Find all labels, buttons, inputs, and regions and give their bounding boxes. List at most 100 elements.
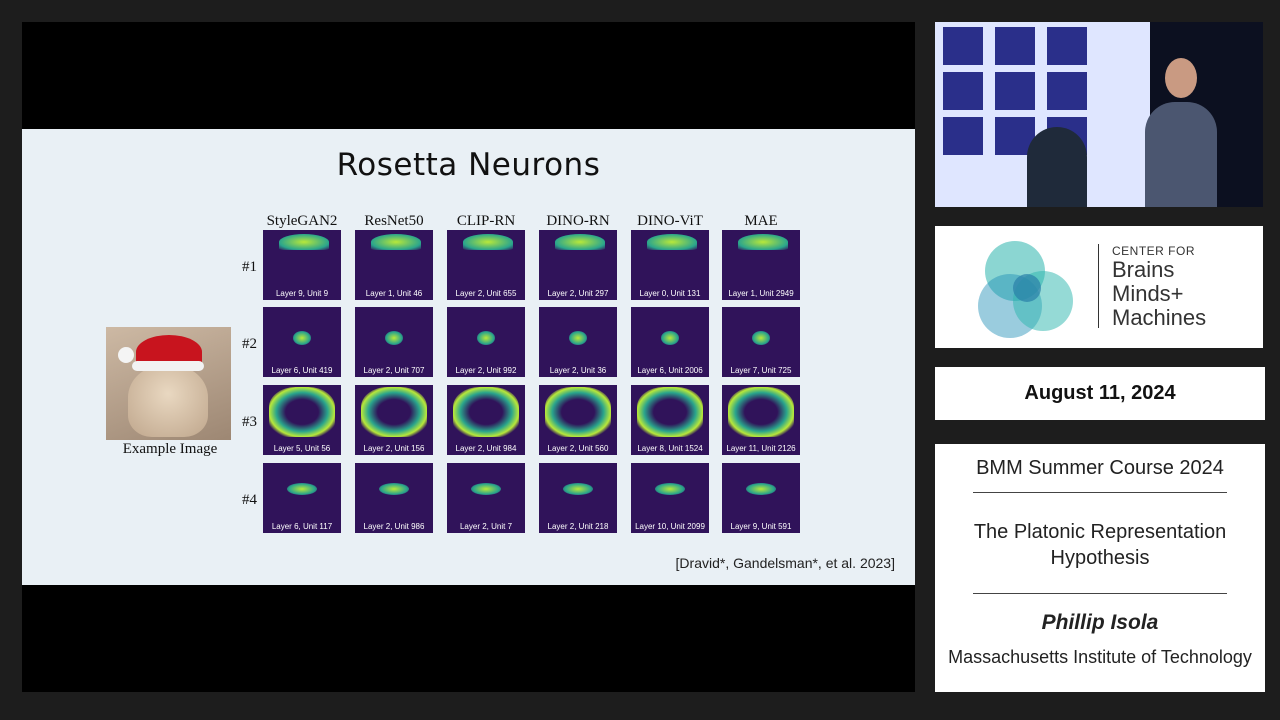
tile-caption: Layer 10, Unit 2099 [635,522,705,531]
tile-caption: Layer 2, Unit 986 [363,522,425,531]
tile-caption: Layer 9, Unit 591 [730,522,792,531]
projected-tile [995,72,1035,110]
tile-caption: Layer 2, Unit 297 [547,289,609,298]
column-header: ResNet50 [364,213,424,229]
activation-blob [385,331,403,345]
slide: Rosetta Neurons StyleGAN2 ResNet50 CLIP-RN… [22,129,915,585]
tile-caption: Layer 6, Unit 117 [271,522,333,531]
talk-title: The Platonic Representation Hypothesis [973,521,1227,569]
tile-caption: Layer 2, Unit 36 [549,366,607,375]
activation-blob [471,483,501,495]
santa-hat-pom [118,347,134,363]
tile-caption: Layer 2, Unit 707 [363,366,425,375]
heatmap-tile: Layer 2, Unit 218 [539,463,617,533]
audience-silhouette [1027,127,1087,207]
column-header: MAE [744,213,778,229]
heatmap-tile: Layer 1, Unit 46 [355,230,433,300]
heatmap-tile: Layer 9, Unit 591 [722,463,800,533]
heatmap-tile: Layer 8, Unit 1524 [631,385,709,455]
activation-blob [463,234,513,250]
logo-text: CENTER FOR Brains Minds+ Machines [1112,244,1206,330]
tile-caption: Layer 6, Unit 419 [271,366,333,375]
heatmap-tile: Layer 2, Unit 560 [539,385,617,455]
heatmap-tile: Layer 2, Unit 36 [539,307,617,377]
activation-blob [728,387,794,437]
activation-blob [477,331,495,345]
example-caption: Example Image [122,441,218,457]
tile-caption: Layer 2, Unit 655 [455,289,517,298]
tile-caption: Layer 8, Unit 1524 [637,444,703,453]
logo-line3: Minds+ [1112,281,1184,306]
logo-line1: CENTER FOR [1112,244,1195,258]
heatmap-tile: Layer 11, Unit 2126 [722,385,800,455]
activation-blob [371,234,421,250]
date-box: August 11, 2024 [935,367,1265,420]
heatmap-tile: Layer 6, Unit 117 [263,463,341,533]
row-label: #1 [242,259,257,275]
activation-blob [293,331,311,345]
speaker-name: Phillip Isola [1041,611,1159,634]
divider [973,492,1227,493]
divider [973,593,1227,594]
activation-blob [569,331,587,345]
heatmap-tile: Layer 2, Unit 297 [539,230,617,300]
activation-blob [545,387,611,437]
tile-caption: Layer 2, Unit 984 [455,444,517,453]
tile-caption: Layer 2, Unit 992 [455,366,517,375]
tile-caption: Layer 2, Unit 218 [547,522,609,531]
cat-body [128,365,208,437]
logo-divider [1098,244,1099,328]
activation-blob [361,387,427,437]
activation-blob [637,387,703,437]
activation-blob [746,483,776,495]
heatmap-tile: Layer 2, Unit 986 [355,463,433,533]
citation: [Dravid*, Gandelsman*, et al. 2023] [675,555,895,571]
example-image [106,327,231,440]
tile-caption: Layer 9, Unit 9 [275,289,329,298]
activation-blob [555,234,605,250]
heatmap-tile: Layer 10, Unit 2099 [631,463,709,533]
activation-blob [738,234,788,250]
date-text: August 11, 2024 [1024,382,1176,404]
activation-blob [655,483,685,495]
activation-blob [279,234,329,250]
projected-tile [943,72,983,110]
projected-tile [995,27,1035,65]
column-header: CLIP-RN [456,213,516,229]
row-label: #4 [242,492,257,508]
heatmap-tile: Layer 0, Unit 131 [631,230,709,300]
info-box: BMM Summer Course 2024 The Platonic Repr… [935,444,1265,692]
tile-caption: Layer 5, Unit 56 [273,444,331,453]
heatmap-tile: Layer 2, Unit 707 [355,307,433,377]
heatmap-tile: Layer 1, Unit 2949 [722,230,800,300]
speaker-figure [1145,102,1217,207]
tile-caption: Layer 2, Unit 7 [459,522,513,531]
tile-caption: Layer 6, Unit 2006 [637,366,703,375]
projected-tile [1047,72,1087,110]
projected-tile [943,117,983,155]
projected-tile [943,27,983,65]
heatmap-tile: Layer 2, Unit 992 [447,307,525,377]
speaker-camera [935,22,1263,207]
activation-blob [647,234,697,250]
heatmap-tile: Layer 2, Unit 984 [447,385,525,455]
speaker-head [1165,58,1197,98]
activation-blob [563,483,593,495]
slide-title: Rosetta Neurons [336,147,601,183]
tile-caption: Layer 0, Unit 131 [639,289,701,298]
heatmap-tile: Layer 2, Unit 7 [447,463,525,533]
row-label: #2 [242,336,257,352]
logo-line4: Machines [1112,305,1207,330]
logo-line2: Brains [1112,257,1175,282]
tile-caption: Layer 1, Unit 2949 [728,289,794,298]
projected-tile [1047,27,1087,65]
activation-blob [269,387,335,437]
institution: Massachusetts Institute of Technology [948,647,1252,667]
heatmap-tile: Layer 6, Unit 2006 [631,307,709,377]
activation-blob [379,483,409,495]
heatmap-tile: Layer 6, Unit 419 [263,307,341,377]
cbmm-logo: CENTER FOR Brains Minds+ Machines [935,226,1263,348]
activation-blob [661,331,679,345]
heatmap-tile: Layer 9, Unit 9 [263,230,341,300]
heatmap-tile: Layer 2, Unit 156 [355,385,433,455]
